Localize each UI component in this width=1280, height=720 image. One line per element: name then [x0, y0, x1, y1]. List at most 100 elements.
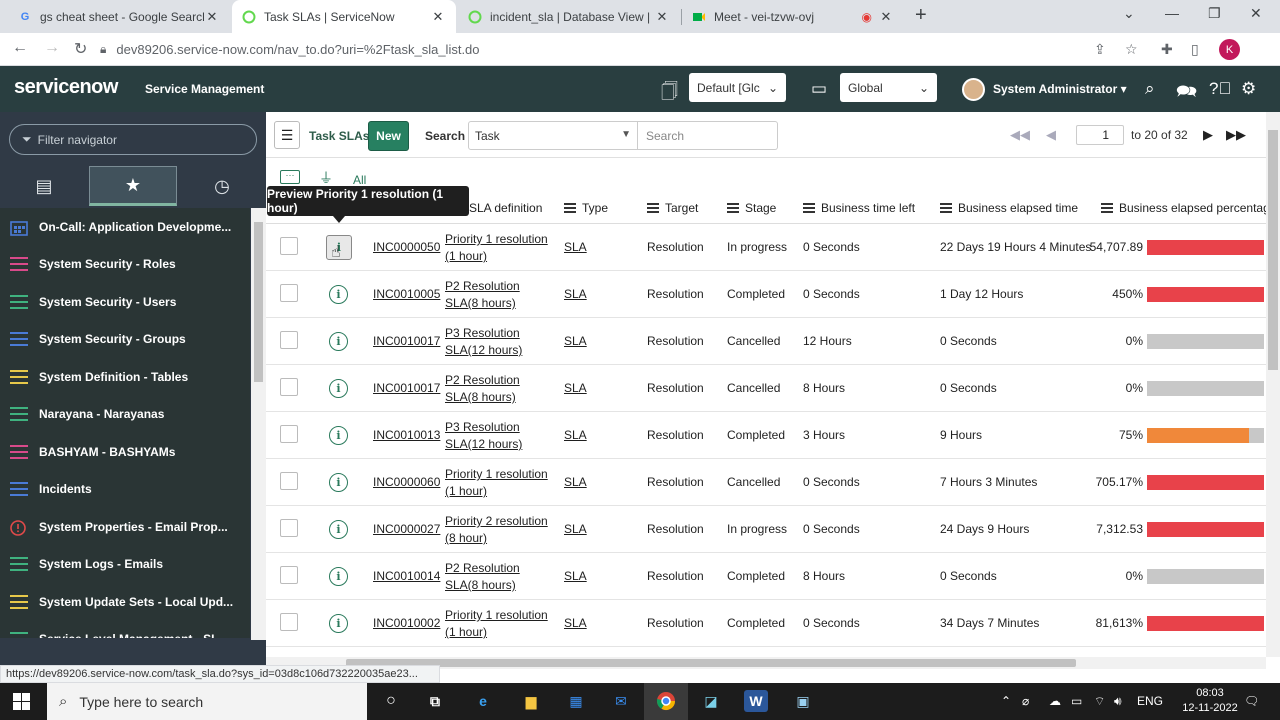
table-row[interactable]: i INC0000060 Priority 1 resolution (1 hour…	[266, 459, 1266, 506]
tab-history[interactable]: ◷	[178, 166, 266, 206]
sla-definition-link[interactable]: P3 Resolution SLA(12 hours)	[445, 419, 555, 453]
type-link[interactable]: SLA	[564, 569, 587, 583]
close-window-icon[interactable]: ✕	[1250, 5, 1262, 22]
type-link[interactable]: SLA	[564, 475, 587, 489]
row-checkbox[interactable]	[280, 237, 298, 255]
table-row[interactable]: i INC0010005 P2 Resolution SLA(8 hours) SLA…	[266, 271, 1266, 318]
row-checkbox[interactable]	[280, 331, 298, 349]
update-set-select[interactable]: Default [Glc ⌄	[689, 73, 786, 102]
sla-definition-link[interactable]: P3 Resolution SLA(12 hours)	[445, 325, 555, 359]
task-number-link[interactable]: INC0010013	[373, 428, 440, 442]
type-link[interactable]: SLA	[564, 522, 587, 536]
cloud-icon[interactable]: ☁	[1049, 694, 1061, 708]
sidebar-item[interactable]: System Security - Roles	[0, 246, 250, 284]
sidebar-item[interactable]: System Update Sets - Local Upd...	[0, 583, 250, 621]
table-row[interactable]: i INC0010002 Priority 1 resolution (1 hour…	[266, 600, 1266, 647]
next-page-icon[interactable]: ▶	[1203, 127, 1213, 143]
navigator-scrollbar-thumb[interactable]	[254, 222, 263, 382]
column-header-business-elapsed-percentage[interactable]: Business elapsed percentage	[1101, 201, 1276, 215]
row-checkbox[interactable]	[280, 425, 298, 443]
battery-icon[interactable]: ▭	[1071, 694, 1082, 708]
sidebar-item[interactable]: Service Level Management - SL...	[0, 621, 250, 638]
wifi-icon[interactable]: ⌔	[1094, 694, 1105, 709]
breadcrumb-all[interactable]: All	[353, 173, 366, 187]
last-page-icon[interactable]: ▶▶	[1226, 127, 1246, 143]
sidebar-item[interactable]: System Properties - Email Prop...	[0, 508, 250, 546]
task-number-link[interactable]: INC0010014	[373, 569, 440, 583]
close-icon[interactable]: ✕	[878, 9, 894, 25]
task-number-link[interactable]: INC0010017	[373, 334, 440, 348]
notes-app-icon[interactable]: ◪	[699, 690, 723, 712]
close-icon[interactable]: ✕	[430, 9, 446, 25]
type-link[interactable]: SLA	[564, 428, 587, 442]
word-icon[interactable]: W	[744, 690, 768, 712]
column-header-business-elapsed-time[interactable]: Business elapsed time	[940, 201, 1078, 215]
tab-all-apps[interactable]: ▤	[0, 166, 88, 206]
file-explorer-icon[interactable]: ▆	[519, 690, 543, 712]
search-icon[interactable]: ⌕	[1145, 79, 1155, 99]
sidebar-item[interactable]: Narayana - Narayanas	[0, 396, 250, 434]
url-field[interactable]: 🔒︎ dev89206.service-now.com/nav_to.do?ur…	[100, 37, 1150, 62]
task-number-link[interactable]: INC0000027	[373, 522, 440, 536]
notification-icon[interactable]: 🗨︎	[1244, 694, 1259, 708]
sidebar-item[interactable]: System Definition - Tables	[0, 358, 250, 396]
column-header-business-time-left[interactable]: Business time left	[803, 201, 915, 215]
table-row[interactable]: i INC0010013 P3 Resolution SLA(12 hours) SL…	[266, 412, 1266, 459]
edge-icon[interactable]: e	[471, 690, 495, 712]
task-number-link[interactable]: INC0010017	[373, 381, 440, 395]
task-number-link[interactable]: INC0010002	[373, 616, 440, 630]
browser-tab-task-slas[interactable]: Task SLAs | ServiceNow ✕	[232, 0, 456, 33]
bookmark-star-icon[interactable]: ☆	[1125, 41, 1138, 58]
column-menu-icon[interactable]	[940, 201, 952, 215]
application-scope-select[interactable]: Global ⌄	[840, 73, 937, 102]
sla-definition-link[interactable]: P2 Resolution SLA(8 hours)	[445, 278, 555, 312]
tab-favorites[interactable]: ★	[89, 166, 177, 206]
row-checkbox[interactable]	[280, 378, 298, 396]
list-title[interactable]: Task SLAs	[309, 129, 369, 143]
task-number-link[interactable]: INC0000060	[373, 475, 440, 489]
browser-tab-google[interactable]: G gs cheat sheet - Google Search ✕	[8, 0, 230, 33]
row-checkbox[interactable]	[280, 284, 298, 302]
screen-app-icon[interactable]: ▣	[791, 690, 815, 712]
column-menu-icon[interactable]	[564, 201, 576, 215]
column-menu-icon[interactable]	[727, 201, 739, 215]
sidebar-item[interactable]: Incidents	[0, 471, 250, 509]
preview-info-icon[interactable]: i	[329, 567, 348, 586]
preview-info-icon[interactable]: i	[329, 332, 348, 351]
minimize-icon[interactable]: —	[1165, 5, 1179, 21]
windows-start-icon[interactable]	[13, 693, 30, 710]
user-avatar[interactable]	[962, 78, 985, 101]
list-vertical-scrollbar-thumb[interactable]	[1268, 130, 1278, 370]
reload-icon[interactable]: ↻	[74, 39, 87, 59]
sla-definition-link[interactable]: Priority 2 resolution (8 hour)	[445, 513, 555, 547]
preview-info-icon[interactable]: i	[329, 520, 348, 539]
table-row[interactable]: i INC0010017 P2 Resolution SLA(8 hours) SLA…	[266, 365, 1266, 412]
forward-icon[interactable]: →	[44, 39, 60, 57]
list-menu-button[interactable]: ☰	[274, 121, 300, 149]
sla-definition-link[interactable]: P2 Resolution SLA(8 hours)	[445, 372, 555, 406]
column-header-type[interactable]: Type	[564, 201, 608, 215]
task-number-link[interactable]: INC0010005	[373, 287, 440, 301]
taskbar-clock[interactable]: 08:03 12-11-2022	[1180, 686, 1240, 716]
cortana-icon[interactable]: ○	[379, 690, 403, 712]
row-checkbox[interactable]	[280, 566, 298, 584]
sidebar-item[interactable]: System Security - Groups	[0, 321, 250, 359]
side-panel-icon[interactable]: ▯	[1191, 41, 1199, 58]
show-hidden-icons[interactable]: ⌃	[1001, 694, 1011, 708]
column-menu-icon[interactable]	[647, 201, 659, 215]
filter-navigator-input[interactable]: ⏷ Filter navigator	[9, 124, 257, 155]
task-view-icon[interactable]: ⧉	[423, 690, 447, 712]
column-header-target[interactable]: Target	[647, 201, 698, 215]
type-link[interactable]: SLA	[564, 616, 587, 630]
type-link[interactable]: SLA	[564, 240, 587, 254]
sla-definition-link[interactable]: Priority 1 resolution (1 hour)	[445, 466, 555, 500]
table-row[interactable]: i INC0010017 P3 Resolution SLA(12 hours) SL…	[266, 318, 1266, 365]
store-icon[interactable]: ▦	[564, 690, 588, 712]
first-page-icon[interactable]: ◀◀	[1010, 127, 1030, 143]
new-button[interactable]: New	[368, 121, 409, 151]
type-link[interactable]: SLA	[564, 287, 587, 301]
chrome-icon[interactable]	[654, 690, 678, 712]
task-number-link[interactable]: INC0000050	[373, 240, 440, 254]
search-field-select[interactable]: Task ▼	[468, 121, 638, 150]
help-icon[interactable]: ?⃝	[1209, 79, 1231, 99]
